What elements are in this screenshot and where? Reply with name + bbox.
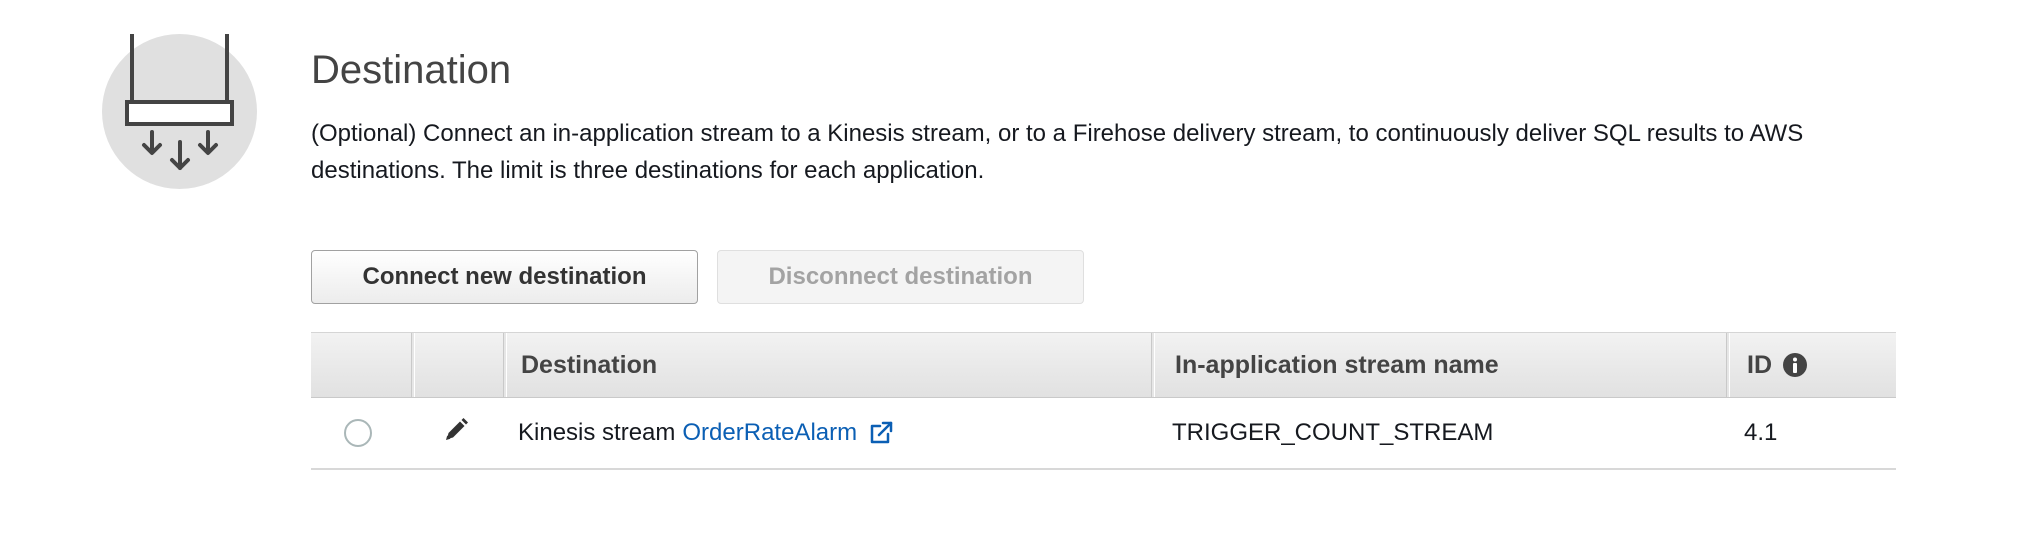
row-radio-button[interactable] (344, 419, 372, 447)
column-header-destination[interactable]: Destination (521, 333, 1041, 397)
external-link-icon[interactable] (868, 420, 894, 446)
column-divider (1151, 333, 1155, 397)
row-edit-cell (443, 398, 469, 468)
destinations-table: Destination In-application stream name I… (311, 332, 1896, 470)
row-id-cell: 4.1 (1744, 419, 1778, 446)
destination-type: Kinesis stream (518, 419, 676, 446)
column-divider (1726, 333, 1730, 397)
column-header-edit (415, 333, 503, 397)
row-select-cell (344, 398, 372, 468)
column-divider (503, 333, 507, 397)
disconnect-destination-button[interactable]: Disconnect destination (717, 250, 1084, 304)
column-header-select (311, 333, 411, 397)
row-destination-cell: Kinesis stream OrderRateAlarm (518, 398, 894, 468)
column-header-id-label: ID (1747, 350, 1772, 379)
column-header-id[interactable]: ID (1747, 333, 1887, 397)
destination-output-icon (102, 34, 257, 189)
section-description: (Optional) Connect an in-application str… (311, 120, 1804, 184)
destination-link[interactable]: OrderRateAlarm (682, 419, 857, 447)
connect-new-destination-button[interactable]: Connect new destination (311, 250, 698, 304)
column-header-stream-name[interactable]: In-application stream name (1175, 333, 1725, 397)
table-row[interactable]: Kinesis stream OrderRateAlarm TRIGGER_CO… (311, 398, 1896, 470)
section-title: Destination (311, 48, 512, 92)
row-stream-name-cell: TRIGGER_COUNT_STREAM (1172, 419, 1494, 446)
info-icon[interactable] (1782, 352, 1808, 378)
table-header: Destination In-application stream name I… (311, 332, 1896, 398)
pencil-icon[interactable] (443, 417, 469, 450)
